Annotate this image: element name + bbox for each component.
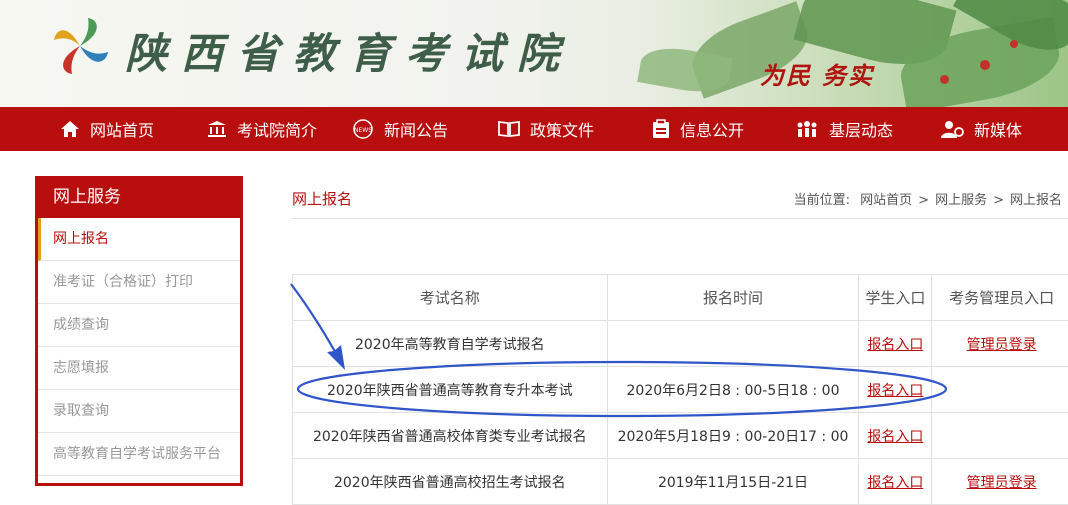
- nav-label: 政策文件: [530, 117, 594, 141]
- header-banner: 陕西省教育考试院 为民务实: [0, 0, 1068, 107]
- column-header-registration-time: 报名时间: [607, 275, 859, 321]
- book-icon: [498, 120, 520, 138]
- news-icon: NEWS: [352, 119, 374, 139]
- nav-item-disclosure[interactable]: 信息公开: [652, 107, 744, 151]
- admin-entry-cell: 管理员登录: [932, 459, 1068, 505]
- sidebar-item-online-registration[interactable]: 网上报名: [38, 218, 240, 261]
- registration-time-cell: 2020年5月18日9 : 00-20日17 : 00: [607, 413, 859, 459]
- sidebar-item-admission-query[interactable]: 录取查询: [38, 390, 240, 433]
- admin-entry-cell: [932, 367, 1068, 413]
- page-title: 网上报名: [292, 188, 352, 209]
- nav-label: 信息公开: [680, 117, 744, 141]
- nav-item-news[interactable]: NEWS 新闻公告: [352, 107, 448, 151]
- nav-label: 新媒体: [974, 117, 1022, 141]
- nav-label: 网站首页: [90, 117, 154, 141]
- breadcrumb-item-home[interactable]: 网站首页: [860, 193, 912, 208]
- building-icon: [207, 120, 227, 138]
- svg-text:NEWS: NEWS: [354, 127, 372, 134]
- student-entry-cell: 报名入口: [859, 321, 932, 367]
- nav-item-about[interactable]: 考试院简介: [207, 107, 317, 151]
- sidebar-heading: 网上服务: [38, 176, 240, 218]
- breadcrumb-prefix: 当前位置:: [794, 193, 850, 208]
- sidebar-item-admission-ticket[interactable]: 准考证（合格证）打印: [38, 261, 240, 304]
- nav-item-new-media[interactable]: 新媒体: [940, 107, 1022, 151]
- title-divider: [292, 218, 1068, 219]
- sidebar-item-application[interactable]: 志愿填报: [38, 347, 240, 390]
- exam-name-cell: 2020年陕西省普通高校体育类专业考试报名: [293, 413, 608, 459]
- breadcrumb-separator: >: [918, 193, 929, 208]
- registration-time-cell: [607, 321, 859, 367]
- site-title: 陕西省教育考试院: [125, 20, 573, 81]
- sidebar-item-self-study-platform[interactable]: 高等教育自学考试服务平台: [38, 433, 240, 476]
- exam-name-cell: 2020年高等教育自学考试报名: [293, 321, 608, 367]
- nav-item-policy[interactable]: 政策文件: [498, 107, 594, 151]
- student-entry-cell: 报名入口: [859, 413, 932, 459]
- exam-table: 考试名称 报名时间 学生入口 考务管理员入口 2020年高等教育自学考试报名 报…: [292, 274, 1068, 505]
- admin-login-link[interactable]: 管理员登录: [967, 475, 1037, 491]
- exam-name-cell: 2020年陕西省普通高等教育专升本考试: [293, 367, 608, 413]
- sidebar-item-score-query[interactable]: 成绩查询: [38, 304, 240, 347]
- table-row: 2020年陕西省普通高校招生考试报名 2019年11月15日-21日 报名入口 …: [293, 459, 1068, 505]
- slogan-part-2: 务实: [822, 61, 874, 90]
- table-row: 2020年陕西省普通高等教育专升本考试 2020年6月2日8 : 00-5日18…: [293, 367, 1068, 413]
- nav-item-home[interactable]: 网站首页: [60, 107, 154, 151]
- student-registration-link[interactable]: 报名入口: [867, 337, 923, 353]
- student-entry-cell: 报名入口: [859, 367, 932, 413]
- breadcrumb-item-current: 网上报名: [1010, 193, 1062, 208]
- people-icon: [795, 120, 819, 138]
- admin-login-link[interactable]: 管理员登录: [967, 337, 1037, 353]
- sidebar: 网上服务 网上报名 准考证（合格证）打印 成绩查询 志愿填报 录取查询 高等教育…: [35, 176, 243, 486]
- table-row: 2020年陕西省普通高校体育类专业考试报名 2020年5月18日9 : 00-2…: [293, 413, 1068, 459]
- student-entry-cell: 报名入口: [859, 459, 932, 505]
- table-header-row: 考试名称 报名时间 学生入口 考务管理员入口: [293, 275, 1068, 321]
- slogan: 为民务实: [760, 56, 874, 91]
- student-registration-link[interactable]: 报名入口: [867, 429, 923, 445]
- nav-label: 新闻公告: [384, 117, 448, 141]
- column-header-admin-entry: 考务管理员入口: [932, 275, 1068, 321]
- exam-name-cell: 2020年陕西省普通高校招生考试报名: [293, 459, 608, 505]
- column-header-exam-name: 考试名称: [293, 275, 608, 321]
- sidebar-list: 网上报名 准考证（合格证）打印 成绩查询 志愿填报 录取查询 高等教育自学考试服…: [38, 218, 240, 476]
- table-row: 2020年高等教育自学考试报名 报名入口 管理员登录: [293, 321, 1068, 367]
- logo-icon: [48, 14, 112, 78]
- breadcrumb-separator: >: [993, 193, 1004, 208]
- media-icon: [940, 119, 964, 139]
- slogan-part-1: 为民: [760, 61, 812, 90]
- registration-time-cell: 2020年6月2日8 : 00-5日18 : 00: [607, 367, 859, 413]
- admin-entry-cell: 管理员登录: [932, 321, 1068, 367]
- student-registration-link[interactable]: 报名入口: [867, 475, 923, 491]
- nav-item-local-news[interactable]: 基层动态: [795, 107, 893, 151]
- breadcrumb-item-services[interactable]: 网上服务: [935, 193, 987, 208]
- breadcrumb: 当前位置: 网站首页 > 网上服务 > 网上报名: [794, 189, 1062, 208]
- clipboard-icon: [652, 119, 670, 139]
- admin-entry-cell: [932, 413, 1068, 459]
- nav-label: 考试院简介: [237, 117, 317, 141]
- registration-time-cell: 2019年11月15日-21日: [607, 459, 859, 505]
- home-icon: [60, 120, 80, 138]
- main-nav: 网站首页 考试院简介 NEWS 新闻公告 政策文件 信息公开 基层动态 新媒体: [0, 107, 1068, 151]
- column-header-student-entry: 学生入口: [859, 275, 932, 321]
- student-registration-link[interactable]: 报名入口: [867, 383, 923, 399]
- nav-label: 基层动态: [829, 117, 893, 141]
